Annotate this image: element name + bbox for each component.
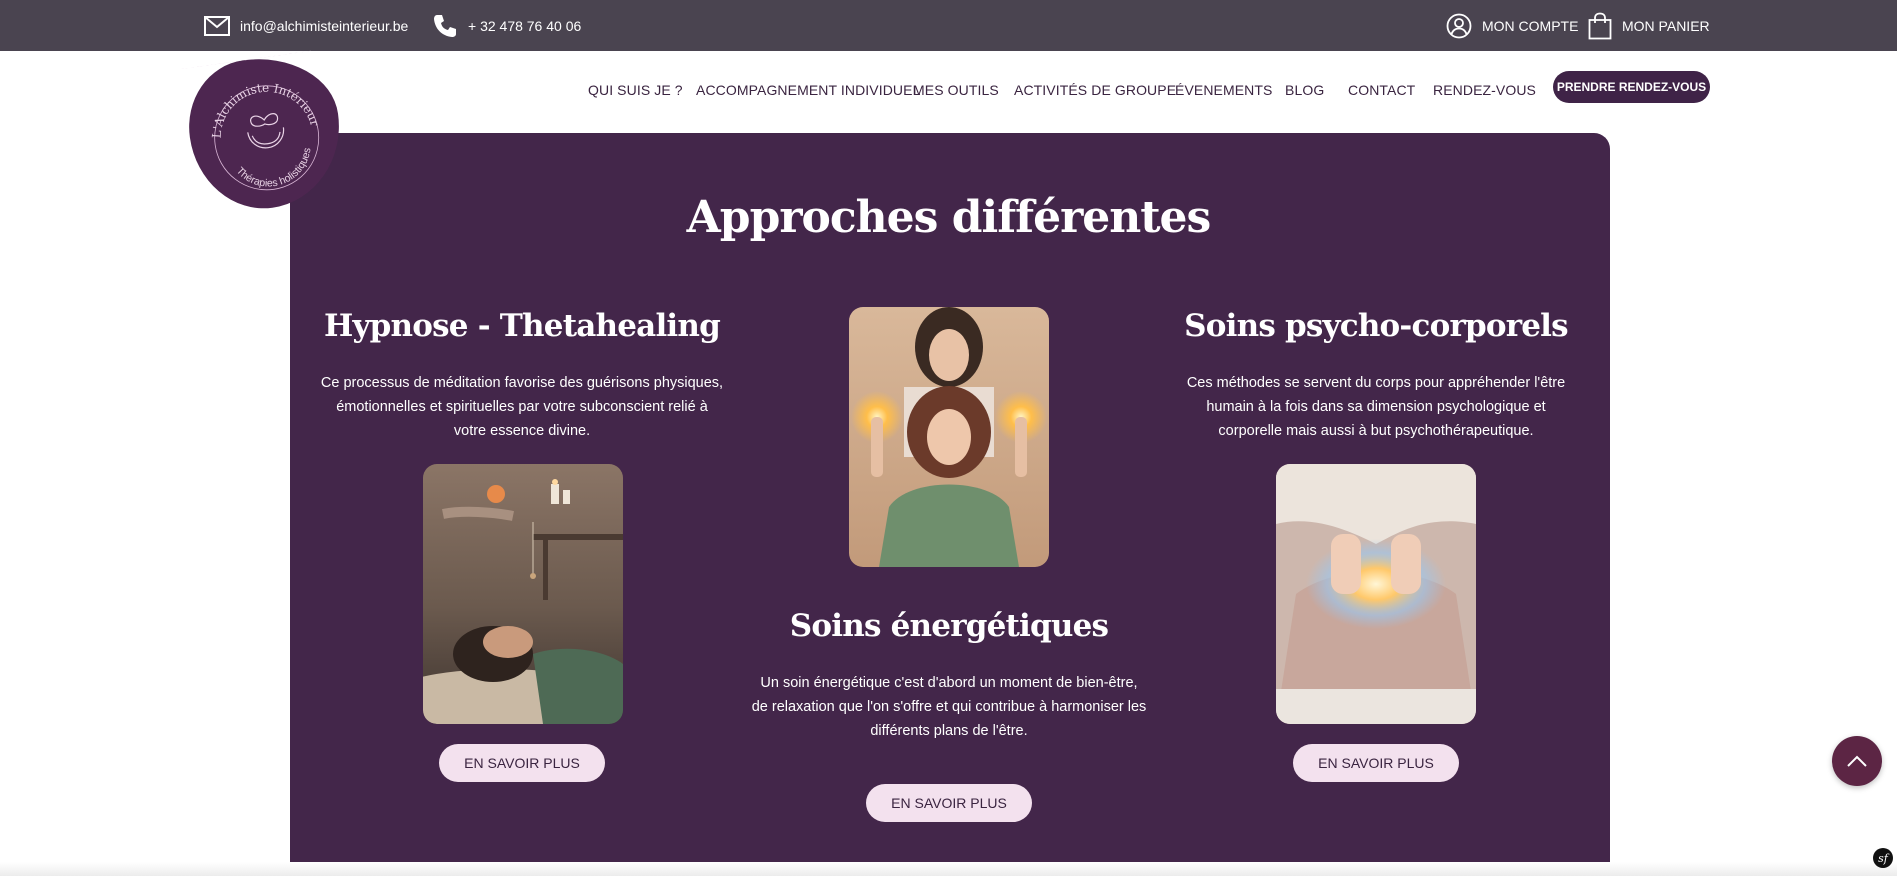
nav-item-evenements[interactable]: ÉVENEMENTS bbox=[1175, 70, 1272, 110]
svg-text:Thérapies holistiques: Thérapies holistiques bbox=[231, 145, 318, 194]
nav-item-accompagnement-individuel[interactable]: ACCOMPAGNEMENT INDIVIDUEL bbox=[696, 70, 920, 110]
chevron-up-icon bbox=[1847, 755, 1867, 767]
nav-item-mes-outils[interactable]: MES OUTILS bbox=[913, 70, 999, 110]
hypnose-description: Ce processus de méditation favorise des … bbox=[312, 371, 732, 443]
nav-item-activites-de-groupe[interactable]: ACTIVITÉS DE GROUPE bbox=[1014, 70, 1176, 110]
top-bar: info@alchimisteinterieur.be + 32 478 76 … bbox=[0, 0, 1897, 51]
envelope-icon bbox=[204, 15, 230, 36]
nav-item-blog[interactable]: BLOG bbox=[1285, 70, 1324, 110]
psycho-description: Ces méthodes se servent du corps pour ap… bbox=[1166, 371, 1586, 443]
psycho-line: humain à la fois dans sa dimension psych… bbox=[1206, 399, 1546, 415]
shopping-bag-icon bbox=[1588, 12, 1612, 39]
energy-line: de relaxation que l'on s'offre et qui co… bbox=[751, 699, 1147, 715]
scroll-top-button[interactable] bbox=[1832, 736, 1882, 786]
book-appointment-button[interactable]: PRENDRE RENDEZ-VOUS bbox=[1553, 71, 1710, 103]
psycho-line: corporelle mais aussi à but psychothérap… bbox=[1218, 423, 1534, 439]
energy-more-button[interactable]: EN SAVOIR PLUS bbox=[866, 784, 1032, 822]
logo-bottom-text: Thérapies holistiques bbox=[231, 145, 318, 194]
logo-emblem: L'Alchimiste Intérieur L'Alchimiste Inté… bbox=[180, 48, 323, 194]
user-circle-icon bbox=[1446, 13, 1472, 38]
energy-line: différents plans de l'être. bbox=[870, 723, 1028, 739]
account-link[interactable]: MON COMPTE bbox=[1446, 0, 1578, 51]
phone-icon bbox=[434, 14, 456, 37]
butterfly-hands-icon bbox=[247, 113, 285, 149]
cart-label: MON PANIER bbox=[1622, 17, 1710, 34]
energy-title: Soins énergétiques bbox=[789, 608, 1109, 644]
nav-item-contact[interactable]: CONTACT bbox=[1348, 70, 1415, 110]
email-link[interactable]: info@alchimisteinterieur.be bbox=[204, 0, 408, 51]
svg-text:L'Alchimiste Intérieur: L'Alchimiste Intérieur bbox=[203, 73, 323, 141]
hypnose-line: votre essence divine. bbox=[453, 423, 591, 439]
hypnose-title: Hypnose - Thetahealing bbox=[323, 308, 721, 344]
nav-item-qui-suis-je[interactable]: QUI SUIS JE ? bbox=[588, 70, 683, 110]
psycho-line: Ces méthodes se servent du corps pour ap… bbox=[1186, 375, 1566, 391]
cart-link[interactable]: MON PANIER bbox=[1588, 0, 1710, 51]
logo-arc-path-text: L'Alchimiste Intérieur bbox=[203, 73, 323, 141]
site-logo[interactable]: L'Alchimiste Intérieur L'Alchimiste Inté… bbox=[180, 48, 350, 218]
nav-item-rendez-vous[interactable]: RENDEZ-VOUS bbox=[1433, 70, 1536, 110]
psycho-title: Soins psycho-corporels bbox=[1184, 308, 1568, 344]
page-bottom-edge bbox=[0, 862, 1897, 876]
hypnose-more-button[interactable]: EN SAVOIR PLUS bbox=[439, 744, 605, 782]
logo-arc-text: L'Alchimiste Intérieur bbox=[180, 48, 313, 72]
phone-text: + 32 478 76 40 06 bbox=[468, 17, 582, 34]
hypnose-line: Ce processus de méditation favorise des … bbox=[320, 375, 724, 391]
account-label: MON COMPTE bbox=[1482, 17, 1579, 34]
psycho-photo bbox=[1276, 464, 1476, 724]
energy-description: Un soin énergétique c'est d'abord un mom… bbox=[739, 671, 1159, 743]
energy-photo bbox=[849, 307, 1049, 567]
hypnose-line: émotionnelles et spirituelles par votre … bbox=[336, 399, 708, 415]
hypnose-photo bbox=[423, 464, 623, 724]
email-text: info@alchimisteinterieur.be bbox=[240, 17, 409, 34]
symfony-icon[interactable]: sf bbox=[1873, 848, 1893, 868]
psycho-more-button[interactable]: EN SAVOIR PLUS bbox=[1293, 744, 1459, 782]
phone-link[interactable]: + 32 478 76 40 06 bbox=[432, 0, 581, 51]
energy-line: Un soin énergétique c'est d'abord un mom… bbox=[760, 675, 1138, 691]
